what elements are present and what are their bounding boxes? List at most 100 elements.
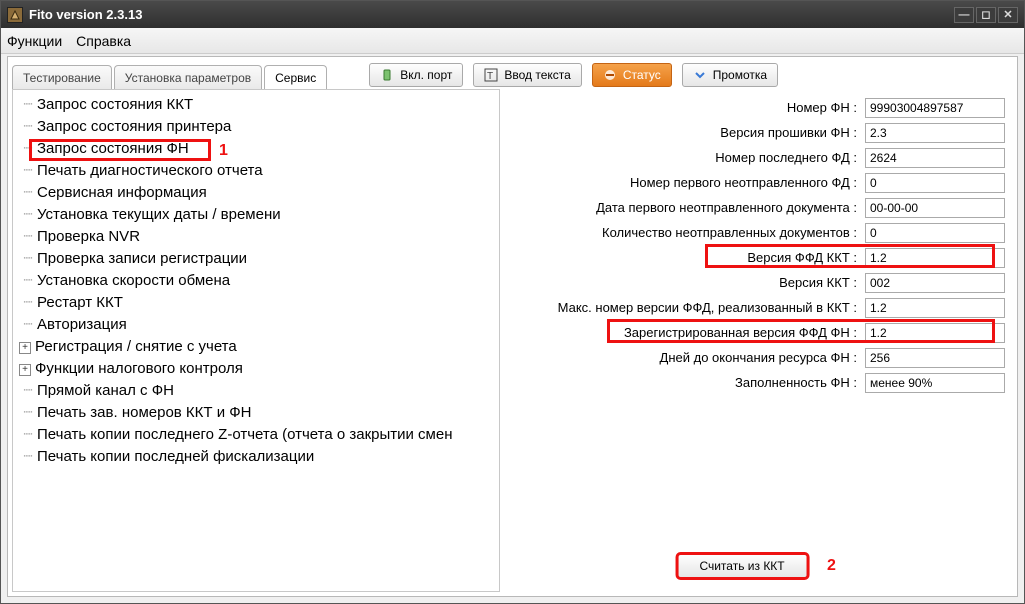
form-value[interactable]: 0 [865, 223, 1005, 243]
form-row: Версия ККТ :002 [520, 270, 1005, 295]
form-value[interactable]: менее 90% [865, 373, 1005, 393]
form-row: Дней до окончания ресурса ФН :256 [520, 345, 1005, 370]
maximize-button[interactable]: ◻ [976, 7, 996, 23]
tree-branch-icon [17, 380, 37, 402]
tree-branch-icon [17, 94, 37, 116]
tree-item[interactable]: Печать копии последней фискализации [17, 446, 499, 468]
tree-item[interactable]: Установка скорости обмена [17, 270, 499, 292]
form-value[interactable]: 002 [865, 273, 1005, 293]
tree-branch-icon [17, 160, 37, 182]
tree-branch-icon [17, 226, 37, 248]
app-icon [7, 7, 23, 23]
tree-branch-icon [17, 116, 37, 138]
tab-service[interactable]: Сервис [264, 65, 327, 89]
tree-item[interactable]: Запрос состояния ФН [17, 138, 499, 160]
tree-branch-icon [17, 182, 37, 204]
form-value[interactable]: 2624 [865, 148, 1005, 168]
close-button[interactable]: ✕ [998, 7, 1018, 23]
tree-item[interactable]: Печать диагностического отчета [17, 160, 499, 182]
tree-branch-icon [17, 424, 37, 446]
toolbar-row: Тестирование Установка параметров Сервис… [8, 57, 1017, 89]
port-on-button[interactable]: Вкл. порт [369, 63, 463, 87]
form-label: Версия прошивки ФН : [520, 125, 865, 140]
form-row: Номер последнего ФД :2624 [520, 145, 1005, 170]
tree-branch-icon [17, 292, 37, 314]
tree-item[interactable]: Прямой канал с ФН [17, 380, 499, 402]
tree-item[interactable]: Проверка записи регистрации [17, 248, 499, 270]
tree-item[interactable]: Печать зав. номеров ККТ и ФН [17, 402, 499, 424]
text-icon: T [484, 68, 498, 82]
tree-branch-icon [17, 314, 37, 336]
form-row: Количество неотправленных документов :0 [520, 220, 1005, 245]
tree-item[interactable]: Рестарт ККТ [17, 292, 499, 314]
form-value[interactable]: 2.3 [865, 123, 1005, 143]
form-row: Заполненность ФН :менее 90% [520, 370, 1005, 395]
status-label: Статус [623, 68, 661, 82]
form-value[interactable]: 1.2 [865, 298, 1005, 318]
expand-icon[interactable]: + [19, 342, 31, 354]
tab-testing[interactable]: Тестирование [12, 65, 112, 89]
form-value[interactable]: 99903004897587 [865, 98, 1005, 118]
tree-branch-icon [17, 138, 37, 160]
titlebar: Fito version 2.3.13 — ◻ ✕ [1, 1, 1024, 28]
window-title: Fito version 2.3.13 [29, 7, 142, 22]
tree-branch-icon [17, 446, 37, 468]
tree-item[interactable]: Запрос состояния ККТ [17, 94, 499, 116]
text-input-label: Ввод текста [504, 68, 570, 82]
form-label: Дней до окончания ресурса ФН : [520, 350, 865, 365]
form-row: Версия ФФД ККТ :1.2 [520, 245, 1005, 270]
form-label: Макс. номер версии ФФД, реализованный в … [520, 300, 865, 315]
text-input-button[interactable]: T Ввод текста [473, 63, 581, 87]
tree-item[interactable]: Сервисная информация [17, 182, 499, 204]
read-button-label: Считать из ККТ [699, 559, 784, 573]
form-label: Количество неотправленных документов : [520, 225, 865, 240]
form-row: Версия прошивки ФН :2.3 [520, 120, 1005, 145]
menu-help[interactable]: Справка [76, 33, 131, 49]
form-value[interactable]: 00-00-00 [865, 198, 1005, 218]
tree-branch-icon [17, 204, 37, 226]
status-form: Номер ФН :99903004897587Версия прошивки … [500, 89, 1013, 592]
tree-item[interactable]: Авторизация [17, 314, 499, 336]
feed-icon [693, 68, 707, 82]
tree-branch-icon [17, 270, 37, 292]
form-row: Дата первого неотправленного документа :… [520, 195, 1005, 220]
form-label: Версия ФФД ККТ : [520, 250, 865, 265]
feed-button[interactable]: Промотка [682, 63, 778, 87]
status-button[interactable]: Статус [592, 63, 672, 87]
expand-icon[interactable]: + [19, 364, 31, 376]
annotation-2: 2 [827, 557, 836, 575]
tab-params[interactable]: Установка параметров [114, 65, 262, 89]
form-value[interactable]: 256 [865, 348, 1005, 368]
minimize-button[interactable]: — [954, 7, 974, 23]
tree-branch-icon [17, 248, 37, 270]
read-from-kkt-button[interactable]: Считать из ККТ [677, 554, 807, 578]
form-row: Зарегистрированная версия ФФД ФН :1.2 [520, 320, 1005, 345]
form-label: Заполненность ФН : [520, 375, 865, 390]
svg-text:T: T [487, 71, 493, 82]
port-on-label: Вкл. порт [400, 68, 452, 82]
service-tree: Запрос состояния ККТЗапрос состояния при… [12, 89, 500, 592]
app-window: Fito version 2.3.13 — ◻ ✕ Функции Справк… [0, 0, 1025, 604]
form-value[interactable]: 0 [865, 173, 1005, 193]
form-label: Номер первого неотправленного ФД : [520, 175, 865, 190]
tree-item[interactable]: +Функции налогового контроля [17, 358, 499, 380]
tree-item[interactable]: Установка текущих даты / времени [17, 204, 499, 226]
plug-icon [380, 68, 394, 82]
form-label: Номер последнего ФД : [520, 150, 865, 165]
menu-functions[interactable]: Функции [7, 33, 62, 49]
tree-item[interactable]: +Регистрация / снятие с учета [17, 336, 499, 358]
content-area: Тестирование Установка параметров Сервис… [7, 56, 1018, 597]
tree-item[interactable]: Запрос состояния принтера [17, 116, 499, 138]
tree-branch-icon [17, 402, 37, 424]
form-row: Макс. номер версии ФФД, реализованный в … [520, 295, 1005, 320]
form-label: Версия ККТ : [520, 275, 865, 290]
tree-item[interactable]: Проверка NVR [17, 226, 499, 248]
form-value[interactable]: 1.2 [865, 323, 1005, 343]
form-row: Номер первого неотправленного ФД :0 [520, 170, 1005, 195]
form-label: Зарегистрированная версия ФФД ФН : [520, 325, 865, 340]
form-row: Номер ФН :99903004897587 [520, 95, 1005, 120]
form-label: Номер ФН : [520, 100, 865, 115]
form-value[interactable]: 1.2 [865, 248, 1005, 268]
tree-item[interactable]: Печать копии последнего Z-отчета (отчета… [17, 424, 499, 446]
bottom-button-area: Считать из ККТ 2 [677, 554, 836, 578]
